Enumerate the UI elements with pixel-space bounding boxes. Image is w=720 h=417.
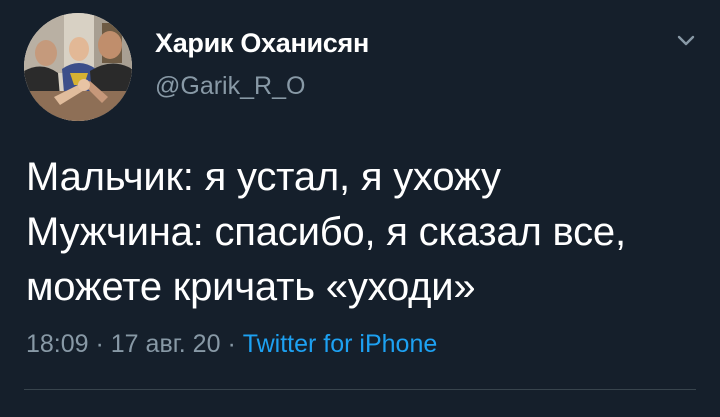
meta-separator: ·: [88, 330, 111, 358]
author-display-name[interactable]: Харик Оханисян: [155, 26, 369, 60]
tweet-date[interactable]: 17 авг. 20: [111, 330, 221, 358]
tweet-text-line: Мальчик: я устал, я ухожу: [26, 155, 501, 199]
tweet-text-line: можете кричать «уходи»: [26, 265, 476, 309]
tweet-text: Мальчик: я устал, я ухожу Мужчина: спаси…: [26, 150, 706, 315]
chevron-down-icon: [677, 35, 695, 46]
author-handle[interactable]: @Garik_R_O: [155, 70, 369, 102]
author-block: Харик Оханисян @Garik_R_O: [155, 26, 369, 102]
tweet-menu-button[interactable]: [672, 26, 700, 54]
tweet-card: Харик Оханисян @Garik_R_O Мальчик: я уст…: [0, 0, 720, 417]
tweet-time[interactable]: 18:09: [26, 330, 89, 358]
tweet-meta: 18:09 · 17 авг. 20 · Twitter for iPhone: [26, 327, 437, 361]
meta-separator: ·: [220, 330, 243, 358]
avatar[interactable]: [24, 13, 132, 121]
profile-photo-icon: [24, 13, 132, 121]
divider: [24, 389, 696, 390]
tweet-source-link[interactable]: Twitter for iPhone: [243, 330, 438, 358]
tweet-text-line: Мужчина: спасибо, я сказал все,: [26, 210, 626, 254]
